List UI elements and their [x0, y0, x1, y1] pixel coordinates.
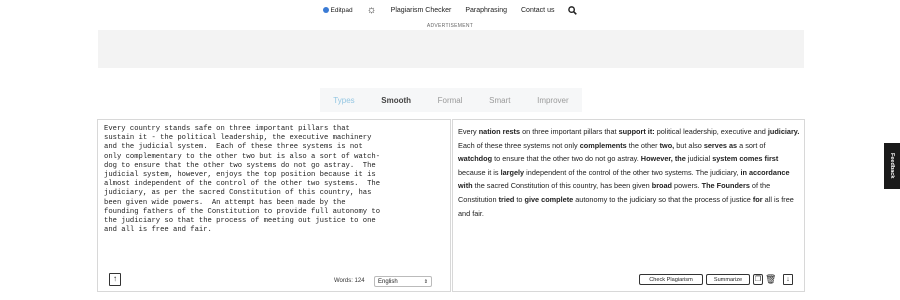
output-segment: on three important pillars that: [520, 127, 619, 136]
output-segment: the sacred Constitution of this country,…: [472, 181, 652, 191]
logo-mark-icon: [322, 7, 329, 13]
logo-text: Editpad: [330, 6, 353, 14]
output-segment: to: [514, 194, 525, 204]
input-panel: Every country stands safe on three impor…: [97, 119, 451, 292]
changed-phrase[interactable]: give complete: [525, 195, 574, 204]
changed-phrase[interactable]: system comes first: [712, 154, 778, 163]
feedback-tab[interactable]: Feedback: [884, 143, 900, 189]
download-icon[interactable]: ↓: [783, 274, 793, 285]
output-segment: Each of these three systems not only: [458, 140, 580, 150]
output-segment: political leadership, executive and: [654, 127, 768, 136]
output-segment: powers.: [672, 181, 702, 191]
changed-phrase[interactable]: watchdog: [458, 154, 492, 163]
top-navigation: Editpad ☼ Plagiarism Checker Paraphrasin…: [0, 0, 900, 20]
tab-formal[interactable]: Formal: [438, 96, 463, 105]
changed-phrase[interactable]: complements: [580, 141, 627, 150]
nav-link-contact-us[interactable]: Contact us: [521, 7, 554, 14]
changed-phrase[interactable]: support it:: [619, 127, 655, 136]
changed-phrase[interactable]: However, the: [641, 154, 686, 163]
tab-improver[interactable]: Improver: [537, 96, 569, 105]
changed-phrase[interactable]: broad: [652, 181, 672, 190]
nav-link-plagiarism-checker[interactable]: Plagiarism Checker: [391, 7, 452, 14]
changed-phrase[interactable]: largely: [501, 168, 525, 177]
trash-icon[interactable]: 🗑: [765, 274, 776, 285]
input-footer: ↑ Words: 124 English ⇕: [98, 269, 450, 291]
upload-file-icon[interactable]: ↑: [109, 273, 121, 286]
advertisement-banner: [98, 30, 804, 68]
output-segment: independent of the control of the other …: [524, 167, 741, 177]
output-segment: to ensure that the other two do not go a…: [492, 154, 641, 164]
chevron-updown-icon: ⇕: [423, 279, 428, 285]
output-segment: Every: [458, 127, 479, 136]
changed-phrase[interactable]: The Founders: [702, 181, 750, 190]
output-footer: Check Plagiarism Summarize ❐ 🗑 ↓: [453, 269, 804, 291]
copy-icon[interactable]: ❐: [753, 274, 763, 285]
input-textarea[interactable]: Every country stands safe on three impor…: [104, 125, 446, 235]
summarize-button[interactable]: Summarize: [706, 274, 750, 285]
search-icon[interactable]: [568, 5, 578, 15]
tab-types[interactable]: Types: [333, 96, 354, 105]
changed-phrase[interactable]: serves as: [704, 141, 737, 150]
tab-smart[interactable]: Smart: [489, 96, 510, 105]
output-segment: a sort of: [737, 140, 766, 150]
check-plagiarism-button[interactable]: Check Plagiarism: [639, 274, 703, 285]
changed-phrase[interactable]: tried: [499, 195, 515, 204]
output-text: Every nation rests on three important pi…: [458, 125, 800, 220]
changed-phrase[interactable]: two,: [660, 141, 675, 150]
output-panel: Every nation rests on three important pi…: [452, 119, 805, 292]
tab-smooth[interactable]: Smooth: [381, 96, 411, 105]
mode-tabs: Types Smooth Formal Smart Improver: [320, 88, 582, 112]
language-selected-value: English: [378, 279, 398, 285]
nav-link-paraphrasing[interactable]: Paraphrasing: [465, 7, 507, 14]
sun-theme-toggle-icon[interactable]: ☼: [367, 4, 377, 16]
output-segment: because it is: [458, 167, 501, 177]
logo[interactable]: Editpad: [322, 6, 353, 14]
language-select[interactable]: English ⇕: [374, 276, 432, 287]
changed-phrase[interactable]: judiciary.: [768, 127, 800, 136]
output-segment: judicial: [685, 154, 713, 164]
output-segment: but also: [674, 140, 704, 150]
changed-phrase[interactable]: nation rests: [479, 127, 520, 136]
output-segment: the other: [626, 140, 660, 150]
output-segment: autonomy to the judiciary so that the pr…: [573, 194, 753, 204]
word-count: Words: 124: [334, 278, 365, 284]
advertisement-label: ADVERTISEMENT: [426, 23, 474, 29]
changed-phrase[interactable]: for: [753, 195, 763, 204]
